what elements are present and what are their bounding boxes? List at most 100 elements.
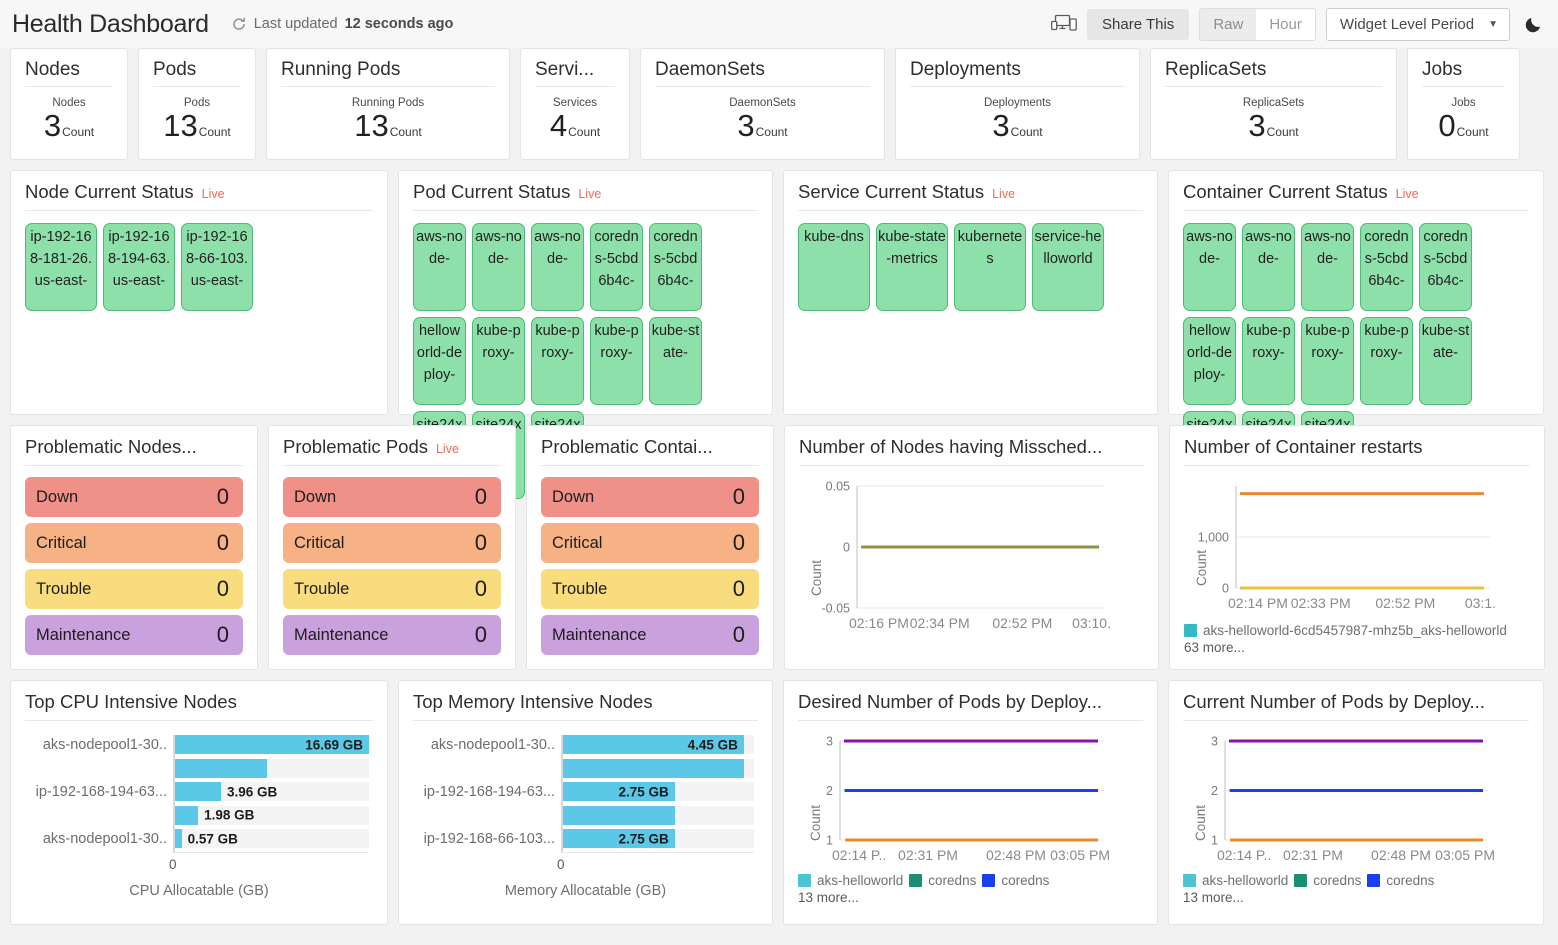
status-tile[interactable]: coredns-5cbd6b4c- <box>649 223 702 311</box>
bar-track[interactable]: 4.45 GB <box>563 735 754 754</box>
severity-count: 0 <box>475 576 487 602</box>
bar-track[interactable]: 16.69 GB <box>175 735 369 754</box>
status-tile[interactable]: kube-proxy- <box>1301 317 1354 405</box>
kpi-card-4[interactable]: DaemonSets DaemonSets 3 Count <box>640 48 885 160</box>
status-tile[interactable]: kubernetes <box>954 223 1026 311</box>
status-tile[interactable]: aws-node- <box>1301 223 1354 311</box>
severity-row-trouble[interactable]: Trouble 0 <box>541 569 759 609</box>
kpi-title: Nodes <box>25 59 113 87</box>
status-tile[interactable]: kube-proxy- <box>1242 317 1295 405</box>
severity-row-down[interactable]: Down 0 <box>541 477 759 517</box>
kpi-card-2[interactable]: Running Pods Running Pods 13 Count <box>266 48 510 160</box>
problematic-panel-0: Problematic Nodes... Down 0 Critical 0 T… <box>10 425 258 670</box>
severity-row-maintenance[interactable]: Maintenance 0 <box>283 615 501 655</box>
status-tile[interactable]: kube-proxy- <box>590 317 643 405</box>
status-tile[interactable]: coredns-5cbd6b4c- <box>590 223 643 311</box>
legend-item[interactable]: coredns <box>909 873 976 888</box>
responsive-devices-icon[interactable] <box>1051 13 1077 35</box>
severity-row-down[interactable]: Down 0 <box>25 477 243 517</box>
bar-track[interactable]: 0.57 GB <box>175 829 369 848</box>
last-updated-prefix: Last updated <box>254 16 338 32</box>
kpi-card-7[interactable]: Jobs Jobs 0 Count <box>1407 48 1520 160</box>
status-tile[interactable]: aws-node- <box>531 223 584 311</box>
bar-track[interactable] <box>563 759 754 778</box>
status-tile[interactable]: kube-state- <box>1419 317 1472 405</box>
severity-label: Trouble <box>552 580 607 599</box>
widget-level-period-dropdown[interactable]: Widget Level Period ▼ <box>1326 8 1510 41</box>
kpi-value-line: 3 Count <box>737 110 787 141</box>
legend-item[interactable]: coredns <box>1294 873 1361 888</box>
legend-swatch <box>798 874 811 887</box>
kpi-card-5[interactable]: Deployments Deployments 3 Count <box>895 48 1140 160</box>
bar-track[interactable] <box>563 806 754 825</box>
bar-value-label: 1.98 GB <box>204 808 254 823</box>
svg-text:02:31 PM: 02:31 PM <box>898 847 958 863</box>
legend-more[interactable]: 13 more... <box>1183 890 1529 905</box>
panel-title-text: Desired Number of Pods by Deploy... <box>798 691 1102 713</box>
share-this-button[interactable]: Share This <box>1087 9 1189 40</box>
status-tile[interactable]: kube-proxy- <box>531 317 584 405</box>
severity-row-trouble[interactable]: Trouble 0 <box>283 569 501 609</box>
severity-row-critical[interactable]: Critical 0 <box>541 523 759 563</box>
severity-count: 0 <box>217 484 229 510</box>
status-tile[interactable]: ip-192-168-194-63.us-east- <box>103 223 175 311</box>
status-tile[interactable]: kube-state- <box>649 317 702 405</box>
status-tile[interactable]: kube-proxy- <box>1360 317 1413 405</box>
legend-more[interactable]: 63 more... <box>1184 640 1530 655</box>
status-tile[interactable]: ip-192-168-181-26.us-east- <box>25 223 97 311</box>
misscheduled-plot: 0.050-0.0502:16 PM02:34 PM02:52 PM03:10. <box>799 474 1119 634</box>
status-tile[interactable]: coredns-5cbd6b4c- <box>1419 223 1472 311</box>
legend-item[interactable]: coredns <box>982 873 1049 888</box>
panel-title: Node Current Status Live <box>25 181 373 211</box>
severity-row-critical[interactable]: Critical 0 <box>25 523 243 563</box>
severity-row-trouble[interactable]: Trouble 0 <box>25 569 243 609</box>
status-tile[interactable]: kube-state-metrics <box>876 223 948 311</box>
bar-category-label: ip-192-168-66-103... <box>424 831 555 847</box>
status-tile[interactable]: aws-node- <box>1242 223 1295 311</box>
kpi-card-6[interactable]: ReplicaSets ReplicaSets 3 Count <box>1150 48 1397 160</box>
status-tile[interactable]: kube-dns <box>798 223 870 311</box>
panel-title-text: Current Number of Pods by Deploy... <box>1183 691 1485 713</box>
moon-icon[interactable] <box>1524 14 1544 34</box>
kpi-unit: Count <box>568 125 600 139</box>
kpi-card-0[interactable]: Nodes Nodes 3 Count <box>10 48 128 160</box>
legend-item[interactable]: coredns <box>1367 873 1434 888</box>
svg-text:1: 1 <box>1211 834 1218 848</box>
kpi-value: 3 <box>992 110 1009 141</box>
kpi-card-3[interactable]: Servi... Services 4 Count <box>520 48 630 160</box>
status-tile[interactable]: helloworld-deploy- <box>1183 317 1236 405</box>
status-tile[interactable]: ip-192-168-66-103.us-east- <box>181 223 253 311</box>
status-tile[interactable]: aws-node- <box>1183 223 1236 311</box>
kpi-value: 13 <box>354 110 388 141</box>
status-tile[interactable]: service-helloworld <box>1032 223 1104 311</box>
bar-track[interactable]: 2.75 GB <box>563 782 754 801</box>
bar-track[interactable] <box>175 759 369 778</box>
kpi-title: Servi... <box>535 59 615 87</box>
status-tile[interactable]: kube-proxy- <box>472 317 525 405</box>
status-tile[interactable]: helloworld-deploy- <box>413 317 466 405</box>
severity-label: Maintenance <box>294 626 388 645</box>
severity-row-critical[interactable]: Critical 0 <box>283 523 501 563</box>
refresh-icon[interactable] <box>231 16 247 32</box>
status-tile[interactable]: aws-node- <box>413 223 466 311</box>
legend-more[interactable]: 13 more... <box>798 890 1143 905</box>
bar-track[interactable]: 3.96 GB <box>175 782 369 801</box>
bar-track[interactable]: 1.98 GB <box>175 806 369 825</box>
kpi-value-line: 3 Count <box>1248 110 1298 141</box>
kpi-value: 0 <box>1438 110 1455 141</box>
svg-text:03:05 PM: 03:05 PM <box>1435 847 1495 863</box>
status-tile[interactable]: aws-node- <box>472 223 525 311</box>
bar-track[interactable]: 2.75 GB <box>563 829 754 848</box>
dashboard-grid: Nodes Nodes 3 Count Pods Pods 13 Count R… <box>0 48 1558 925</box>
status-tile[interactable]: coredns-5cbd6b4c- <box>1360 223 1413 311</box>
severity-row-down[interactable]: Down 0 <box>283 477 501 517</box>
toggle-raw[interactable]: Raw <box>1200 9 1256 40</box>
legend-item[interactable]: aks-helloworld-6cd5457987-mhz5b_aks-hell… <box>1184 623 1507 638</box>
kpi-card-1[interactable]: Pods Pods 13 Count <box>138 48 256 160</box>
misscheduled-panel: Number of Nodes having Missched... Count… <box>784 425 1159 670</box>
severity-row-maintenance[interactable]: Maintenance 0 <box>541 615 759 655</box>
legend-item[interactable]: aks-helloworld <box>798 873 903 888</box>
severity-row-maintenance[interactable]: Maintenance 0 <box>25 615 243 655</box>
legend-item[interactable]: aks-helloworld <box>1183 873 1288 888</box>
toggle-hour[interactable]: Hour <box>1256 9 1315 40</box>
